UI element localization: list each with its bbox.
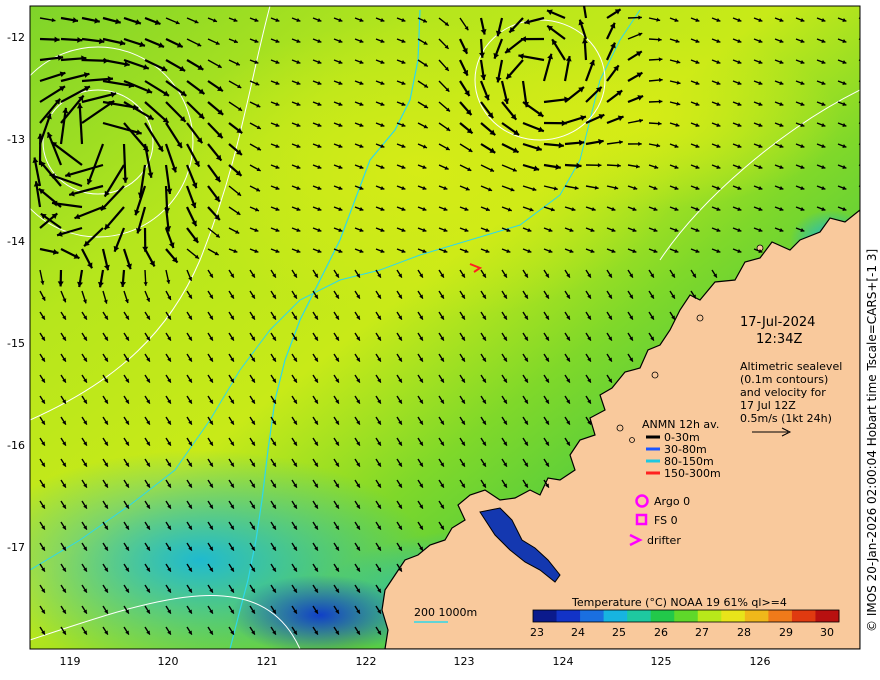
argo-label: Argo 0 xyxy=(654,495,690,508)
copyright-caption: © IMOS 20-Jan-2026 02:00:04 Hobart time … xyxy=(865,249,879,632)
colorbar-cell xyxy=(650,610,675,622)
island xyxy=(629,437,635,443)
colorbar-cell xyxy=(815,610,840,622)
velocity-arrowhead xyxy=(863,123,867,127)
time-label: 12:34Z xyxy=(756,332,802,347)
colorbar-cell xyxy=(721,610,746,622)
altimetry-line: Altimetric sealevel xyxy=(740,360,842,373)
altimetry-line: 0.5m/s (1kt 24h) xyxy=(740,412,832,425)
y-tick: -16 xyxy=(7,439,25,452)
altimetry-line: and velocity for xyxy=(740,386,826,399)
island xyxy=(696,314,704,322)
sst-map: 119 120 121 122 123 124 125 126 -12 -13 … xyxy=(7,0,879,668)
x-tick: 126 xyxy=(750,655,771,668)
colorbar-tick: 29 xyxy=(779,626,793,639)
bathy-legend-label: 200 1000m xyxy=(414,606,477,619)
colorbar-cell xyxy=(697,610,722,622)
velocity-arrowhead xyxy=(863,165,867,169)
x-tick: 124 xyxy=(553,655,574,668)
colorbar-cell xyxy=(580,610,605,622)
y-tick: -12 xyxy=(7,31,25,44)
y-tick: -14 xyxy=(7,235,25,248)
colorbar-cell xyxy=(603,610,628,622)
colorbar-cell xyxy=(556,610,581,622)
altimetry-line: 17 Jul 12Z xyxy=(740,399,796,412)
colorbar-tick: 26 xyxy=(654,626,668,639)
colorbar-cells xyxy=(533,610,840,622)
colorbar-cell xyxy=(674,610,699,622)
x-tick: 121 xyxy=(257,655,278,668)
x-tick: 120 xyxy=(158,655,179,668)
velocity-arrowhead xyxy=(581,0,587,5)
colorbar-title: Temperature (°C) NOAA 19 61% ql>=4 xyxy=(571,596,787,609)
island xyxy=(616,424,624,432)
legend-title: ANMN 12h av. xyxy=(642,418,719,431)
colorbar-tick: 27 xyxy=(695,626,709,639)
velocity-arrowhead xyxy=(863,186,867,190)
velocity-arrowhead xyxy=(863,39,867,43)
x-tick: 125 xyxy=(651,655,672,668)
colorbar-tick: 23 xyxy=(530,626,544,639)
colorbar-tick: 30 xyxy=(820,626,834,639)
x-tick: 122 xyxy=(356,655,377,668)
y-tick: -15 xyxy=(7,337,25,350)
x-tick: 123 xyxy=(454,655,475,668)
island xyxy=(651,371,659,379)
plot-area xyxy=(30,0,867,649)
y-tick: -13 xyxy=(7,133,25,146)
colorbar-cell xyxy=(744,610,769,622)
velocity-arrowhead xyxy=(863,81,867,85)
velocity-arrowhead xyxy=(863,102,867,106)
colorbar-tick: 28 xyxy=(737,626,751,639)
colorbar-tick: 24 xyxy=(571,626,585,639)
x-axis: 119 120 121 122 123 124 125 126 xyxy=(60,655,771,668)
altimetry-line: (0.1m contours) xyxy=(740,373,828,386)
colorbar-cell xyxy=(768,610,793,622)
x-tick: 119 xyxy=(60,655,81,668)
velocity-arrow xyxy=(122,143,127,183)
drifter-label: drifter xyxy=(647,534,681,547)
y-tick: -17 xyxy=(7,541,25,554)
colorbar-cell xyxy=(791,610,816,622)
colorbar-tick: 25 xyxy=(612,626,626,639)
velocity-arrowhead xyxy=(863,60,867,64)
y-axis: -12 -13 -14 -15 -16 -17 xyxy=(7,31,25,554)
colorbar-cell xyxy=(627,610,652,622)
fs-label: FS 0 xyxy=(654,514,678,527)
date-label: 17-Jul-2024 xyxy=(740,315,815,330)
velocity-arrowhead xyxy=(863,144,867,148)
colorbar-cell xyxy=(533,610,558,622)
legend-item: 150-300m xyxy=(664,467,721,480)
velocity-arrowhead xyxy=(863,18,867,22)
